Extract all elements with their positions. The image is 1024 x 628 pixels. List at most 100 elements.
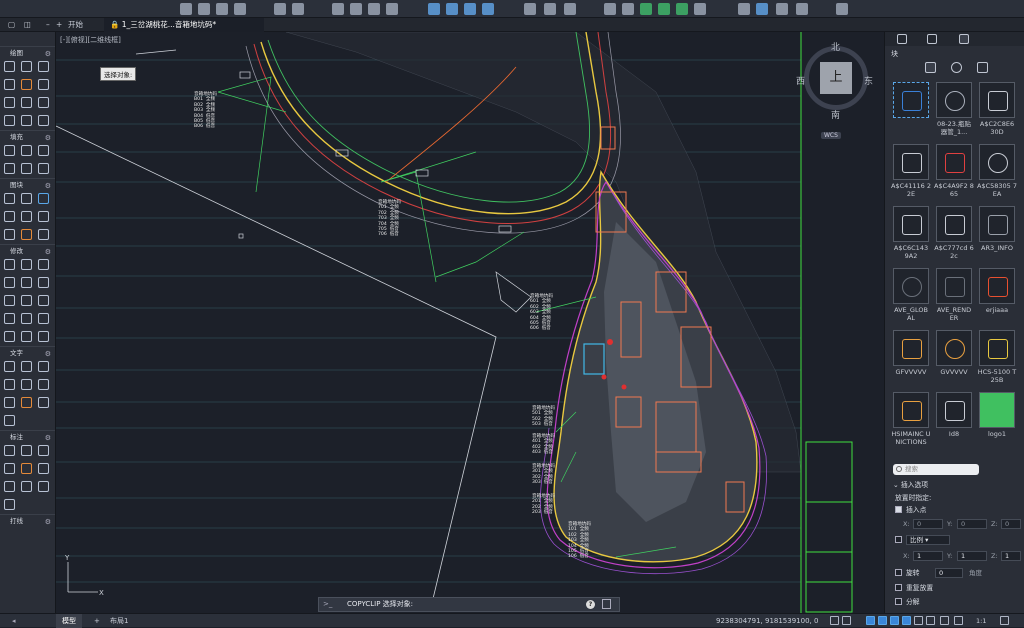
insert-x-field[interactable]: 0 bbox=[913, 519, 943, 529]
redo-icon[interactable] bbox=[292, 3, 304, 15]
section-dimension[interactable]: 标注 ⚙ bbox=[0, 430, 55, 442]
cut-icon[interactable] bbox=[350, 3, 362, 15]
layers-tab-icon[interactable] bbox=[927, 34, 937, 44]
xref-icon[interactable] bbox=[4, 229, 15, 240]
layer-on-icon[interactable] bbox=[640, 3, 652, 15]
block-item[interactable]: HSIMAINC UNICTIONS bbox=[891, 392, 931, 454]
block-editor-icon[interactable] bbox=[21, 211, 32, 222]
break-icon[interactable] bbox=[4, 331, 15, 342]
scale-checkbox[interactable]: 比例 ▾ bbox=[885, 534, 1024, 546]
ortho-icon[interactable] bbox=[866, 616, 875, 625]
layer-match-icon[interactable] bbox=[694, 3, 706, 15]
wipeout-icon[interactable] bbox=[21, 163, 32, 174]
layer-icon[interactable] bbox=[604, 3, 616, 15]
viewcube[interactable]: 上 北 南 东 西 WCS bbox=[796, 40, 876, 140]
block-attr-icon[interactable] bbox=[4, 211, 15, 222]
expand-icon[interactable] bbox=[602, 599, 611, 609]
zoom-extents-icon[interactable] bbox=[564, 3, 576, 15]
text-style-icon[interactable] bbox=[38, 361, 49, 372]
attach-icon[interactable] bbox=[21, 229, 32, 240]
grid-icon[interactable] bbox=[830, 616, 839, 625]
polygon-icon[interactable] bbox=[21, 97, 32, 108]
dim-center-icon[interactable] bbox=[21, 463, 32, 474]
export-dwg-icon[interactable] bbox=[464, 3, 476, 15]
layer-freeze-icon[interactable] bbox=[658, 3, 670, 15]
snap-icon[interactable] bbox=[842, 616, 851, 625]
osnap-icon[interactable] bbox=[890, 616, 899, 625]
recent-clock-icon[interactable] bbox=[951, 62, 962, 73]
tab-start[interactable]: 开始 bbox=[62, 18, 89, 32]
scale-x-field[interactable]: 1 bbox=[913, 551, 943, 561]
block-item[interactable]: erjiaaa bbox=[977, 268, 1017, 330]
calculator-icon[interactable] bbox=[776, 3, 788, 15]
block-item[interactable] bbox=[891, 82, 931, 144]
erase-icon[interactable] bbox=[38, 331, 49, 342]
save-as-icon[interactable] bbox=[234, 3, 246, 15]
view-label[interactable]: [-][俯视][二维线框] bbox=[60, 35, 121, 45]
properties-icon[interactable] bbox=[836, 3, 848, 15]
dim-baseline-icon[interactable] bbox=[38, 463, 49, 474]
block-item[interactable]: A$C777cd 62c bbox=[934, 206, 974, 268]
tab-layout1[interactable]: 布局1 bbox=[104, 614, 134, 628]
mirror-icon[interactable] bbox=[21, 277, 32, 288]
export-pdf-icon[interactable] bbox=[428, 3, 440, 15]
block-item[interactable]: GVVVVV bbox=[934, 330, 974, 392]
checkbox-icon[interactable] bbox=[895, 536, 902, 543]
command-text[interactable]: COPYCLIP 选择对象: bbox=[347, 598, 413, 611]
trim-icon[interactable] bbox=[38, 277, 49, 288]
library-icon[interactable] bbox=[977, 62, 988, 73]
tab-document[interactable]: 🔒 1_三岔湖桃花...音箱地坑码* bbox=[104, 18, 264, 32]
dim-linear-icon[interactable] bbox=[4, 445, 15, 456]
send-icon[interactable] bbox=[756, 3, 768, 15]
pan-hand-icon[interactable] bbox=[544, 3, 556, 15]
edit-block-icon[interactable] bbox=[38, 193, 49, 204]
layout-toggle-icon[interactable]: ◫ bbox=[18, 18, 32, 32]
rotate-icon[interactable] bbox=[4, 277, 15, 288]
block-item[interactable]: AVE_GLOB AL bbox=[891, 268, 931, 330]
checkbox-icon[interactable] bbox=[895, 506, 902, 513]
gradient-icon[interactable] bbox=[21, 145, 32, 156]
array-icon[interactable] bbox=[38, 295, 49, 306]
block-search-input[interactable]: 搜索 bbox=[893, 464, 979, 475]
dim-aligned-icon[interactable] bbox=[21, 445, 32, 456]
print-icon[interactable] bbox=[332, 3, 344, 15]
section-modify[interactable]: 修改 ⚙ bbox=[0, 244, 55, 256]
command-prefix[interactable]: >_ bbox=[323, 598, 332, 611]
compass-east[interactable]: 东 bbox=[864, 74, 873, 87]
insert-options-header[interactable]: ⌄ 插入选项 bbox=[885, 479, 1024, 491]
prev-layout-icon[interactable]: ◂ bbox=[6, 614, 22, 628]
section-text[interactable]: 文字 ⚙ bbox=[0, 346, 55, 358]
zoom-window-icon[interactable] bbox=[524, 3, 536, 15]
polar-icon[interactable] bbox=[878, 616, 887, 625]
ellipse-icon[interactable] bbox=[38, 97, 49, 108]
text-align-icon[interactable] bbox=[21, 397, 32, 408]
offset-icon[interactable] bbox=[21, 295, 32, 306]
polyline-icon[interactable] bbox=[21, 61, 32, 72]
transparency-icon[interactable] bbox=[926, 616, 935, 625]
boundary-icon[interactable] bbox=[38, 145, 49, 156]
region-icon[interactable] bbox=[4, 163, 15, 174]
dim-edit-icon[interactable] bbox=[4, 499, 15, 510]
section-hatch[interactable]: 填充 ⚙ bbox=[0, 130, 55, 142]
blocks-tab-icon[interactable] bbox=[959, 34, 969, 44]
join-icon[interactable] bbox=[38, 313, 49, 324]
new-file-icon[interactable] bbox=[180, 3, 192, 15]
paste-icon[interactable] bbox=[386, 3, 398, 15]
arc-icon[interactable] bbox=[4, 79, 15, 90]
line-icon[interactable] bbox=[4, 61, 15, 72]
dtext-icon[interactable] bbox=[21, 361, 32, 372]
mtext-icon[interactable] bbox=[4, 361, 15, 372]
fillet-icon[interactable] bbox=[4, 295, 15, 306]
spell-icon[interactable] bbox=[4, 397, 15, 408]
block-item[interactable]: A$C41116 22E bbox=[891, 144, 931, 206]
create-block-icon[interactable] bbox=[21, 193, 32, 204]
block-item[interactable]: 08-23.瓶贴 器管_1... bbox=[934, 82, 974, 144]
compass-north[interactable]: 北 bbox=[831, 40, 840, 53]
checkbox-icon[interactable] bbox=[895, 569, 902, 576]
section-print[interactable]: 打线 ⚙ bbox=[0, 514, 55, 526]
extend-icon[interactable] bbox=[21, 331, 32, 342]
block-item[interactable]: GFVVVVV bbox=[891, 330, 931, 392]
revcloud-icon[interactable] bbox=[4, 115, 15, 126]
block-item[interactable]: AR3_INFO bbox=[977, 206, 1017, 268]
insert-z-field[interactable]: 0 bbox=[1001, 519, 1021, 529]
